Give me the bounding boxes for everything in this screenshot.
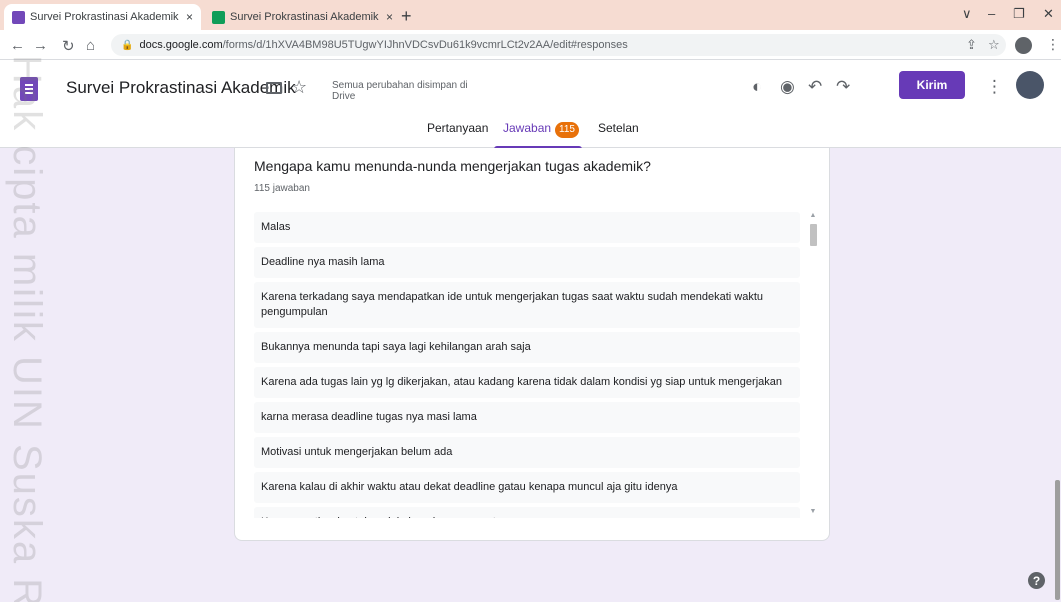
tab-responses-label: Jawaban — [503, 121, 552, 135]
scroll-up-icon[interactable]: ▲ — [807, 212, 819, 219]
forms-favicon-icon — [12, 10, 25, 24]
new-tab-button[interactable]: + — [401, 6, 412, 27]
tab-close-icon[interactable]: × — [386, 10, 393, 24]
minimize-icon[interactable]: – — [988, 6, 995, 21]
palette-icon[interactable]: ◐ — [752, 77, 762, 97]
avatar[interactable] — [1016, 71, 1044, 99]
watermark-text: Hak cipta milik UIN Suska Ria — [5, 55, 49, 602]
preview-eye-icon[interactable]: ◉ — [780, 77, 795, 97]
browser-tab-1[interactable]: Survei Prokrastinasi Akademik - G × — [4, 4, 202, 30]
share-icon[interactable]: ⇪ — [966, 37, 977, 53]
form-tabs: Pertanyaan Jawaban 115 Setelan — [0, 118, 1061, 149]
scrollbar-thumb[interactable] — [810, 224, 817, 246]
sheets-favicon-icon — [212, 10, 225, 24]
browser-tab-2[interactable]: Survei Prokrastinasi Akademik (Je × — [204, 4, 401, 30]
home-icon[interactable]: ⌂ — [86, 37, 95, 54]
reload-icon[interactable]: ↻ — [62, 37, 75, 55]
scroll-down-icon[interactable]: ▼ — [807, 508, 819, 515]
list-item: karna merasa deadline tugas nya masi lam… — [254, 402, 800, 433]
form-title[interactable]: Survei Prokrastinasi Akademik — [66, 78, 296, 98]
browser-tab-title: Survei Prokrastinasi Akademik - G — [30, 11, 180, 23]
list-item: Deadline nya masih lama — [254, 247, 800, 278]
help-icon[interactable]: ? — [1028, 572, 1045, 589]
url-host: docs.google.com — [139, 39, 223, 51]
page-scrollbar[interactable] — [1055, 480, 1060, 600]
bookmark-star-icon[interactable]: ☆ — [988, 37, 1000, 53]
close-window-icon[interactable]: ✕ — [1043, 6, 1054, 22]
restore-icon[interactable]: ❐ — [1013, 6, 1025, 22]
tab-close-icon[interactable]: × — [186, 10, 193, 24]
profile-avatar-icon[interactable] — [1015, 37, 1032, 54]
responses-count-badge: 115 — [555, 122, 579, 138]
url-input[interactable]: 🔒 docs.google.com /forms/d/1hXVA4BM98U5T… — [111, 34, 1006, 56]
tab-settings[interactable]: Setelan — [598, 121, 639, 135]
list-item: Karena ada tugas lain yg lg dikerjakan, … — [254, 367, 800, 398]
browser-menu-icon[interactable]: ⋮ — [1046, 36, 1060, 53]
response-count: 115 jawaban — [254, 183, 310, 194]
list-item: Motivasi untuk mengerjakan belum ada — [254, 437, 800, 468]
answers-list[interactable]: Malas Deadline nya masih lama Karena ter… — [254, 212, 800, 518]
tab-questions[interactable]: Pertanyaan — [427, 121, 488, 135]
list-item: Bukannya menunda tapi saya lagi kehilang… — [254, 332, 800, 363]
forward-icon[interactable]: → — [33, 37, 48, 54]
list-item: Malas — [254, 212, 800, 243]
answers-scrollbar[interactable]: ▲ ▼ — [807, 212, 819, 520]
browser-tab-bar: Survei Prokrastinasi Akademik - G × Surv… — [0, 0, 1061, 30]
tab-responses[interactable]: Jawaban 115 — [503, 121, 579, 138]
browser-tab-title: Survei Prokrastinasi Akademik (Je — [230, 11, 380, 23]
list-item: Kurang motivasi untuk melakukan dengan c… — [254, 507, 800, 518]
star-icon[interactable]: ☆ — [291, 77, 307, 98]
folder-icon[interactable] — [266, 82, 282, 94]
url-path: /forms/d/1hXVA4BM98U5TUgwYIJhnVDCsvDu61k… — [222, 39, 628, 51]
send-button[interactable]: Kirim — [899, 71, 965, 99]
list-item: Karena terkadang saya mendapatkan ide un… — [254, 282, 800, 328]
address-bar-row: ← → ↻ ⌂ 🔒 docs.google.com /forms/d/1hXVA… — [0, 30, 1061, 60]
question-title: Mengapa kamu menunda-nunda mengerjakan t… — [254, 158, 651, 174]
back-icon[interactable]: ← — [10, 37, 25, 54]
list-item: Karena kalau di akhir waktu atau dekat d… — [254, 472, 800, 503]
tab-search-icon[interactable]: ∨ — [962, 6, 972, 22]
more-options-icon[interactable]: ⋮ — [986, 77, 1003, 97]
undo-icon[interactable]: ↶ — [808, 77, 822, 97]
question-summary-card: Mengapa kamu menunda-nunda mengerjakan t… — [234, 148, 830, 541]
save-status: Semua perubahan disimpan di Drive — [332, 80, 468, 102]
redo-icon[interactable]: ↷ — [836, 77, 850, 97]
lock-icon: 🔒 — [121, 39, 134, 51]
